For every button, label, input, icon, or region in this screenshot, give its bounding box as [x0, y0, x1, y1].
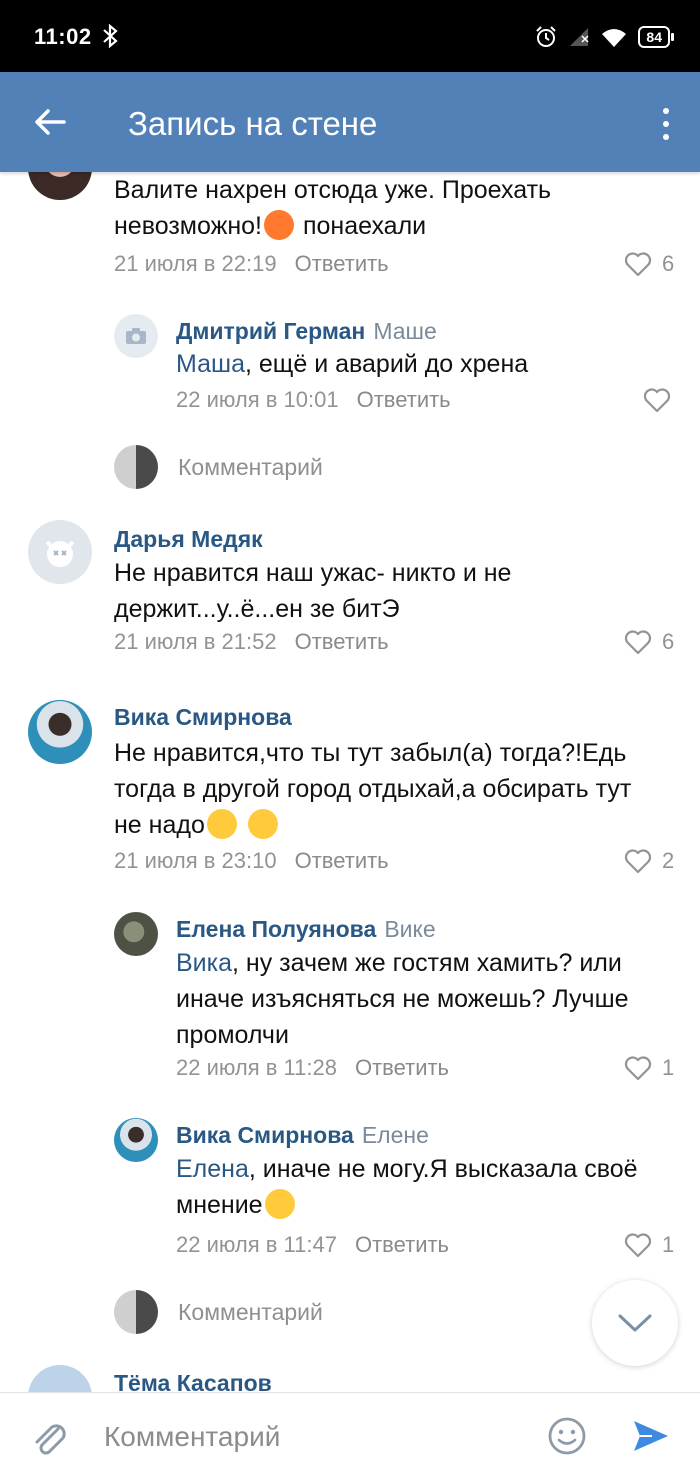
more-options-icon[interactable]	[658, 104, 674, 144]
attach-paperclip-icon[interactable]	[28, 1417, 70, 1459]
comment-text-line: не надо	[114, 807, 684, 843]
back-arrow-icon[interactable]	[30, 102, 70, 142]
comment-date: 22 июля в 11:47	[176, 1232, 337, 1257]
heart-icon	[624, 849, 652, 874]
avatar	[114, 1290, 158, 1334]
status-time: 11:02	[34, 24, 92, 49]
comment-text: Маша, ещё и аварий до хрена	[176, 350, 529, 378]
comment-meta: 21 июля в 23:10 Ответить	[114, 848, 389, 874]
avatar[interactable]	[114, 1118, 158, 1162]
like-button[interactable]: 6	[624, 250, 674, 278]
reply-comment-field[interactable]: Комментарий	[114, 1290, 323, 1334]
comment-meta: 22 июля в 11:47 Ответить	[176, 1232, 449, 1258]
heart-icon	[624, 1056, 652, 1081]
comment-author[interactable]: Дмитрий Герман Маше	[176, 318, 437, 345]
comment-text: Валите нахрен отсюда уже. Проехать	[114, 176, 552, 204]
comments-list[interactable]: Валите нахрен отсюда уже. Проехать невоз…	[0, 172, 700, 1392]
avatar[interactable]	[28, 1365, 92, 1392]
comment-date: 21 июля в 23:10	[114, 848, 277, 873]
avatar[interactable]	[28, 520, 92, 584]
reply-comment-placeholder: Комментарий	[178, 1298, 323, 1325]
like-button[interactable]: 6	[624, 628, 674, 656]
reply-to-label: Вике	[384, 916, 436, 942]
like-count: 1	[662, 1055, 675, 1080]
camera-icon	[126, 328, 146, 344]
reply-button[interactable]: Ответить	[355, 1232, 449, 1257]
angry-face-emoji-icon	[264, 210, 294, 240]
alarm-icon	[536, 26, 557, 47]
avatar[interactable]	[28, 172, 92, 200]
comment-text-line: промолчи	[176, 1021, 289, 1049]
comment-text: Вика, ну зачем же гостям хамить? или	[176, 949, 622, 977]
comment-text-line: мнение	[176, 1187, 676, 1223]
like-button[interactable]: 1	[624, 1054, 674, 1082]
heart-icon	[624, 630, 652, 655]
reply-to-label: Елене	[361, 1122, 429, 1148]
comment-text-line: иначе изъясняться не можешь? Лучше	[176, 985, 629, 1013]
like-button[interactable]: 2	[624, 847, 674, 875]
reply-comment-field[interactable]: Комментарий	[114, 445, 323, 489]
wifi-icon	[602, 29, 627, 47]
avatar	[114, 445, 158, 489]
heart-icon	[624, 1233, 652, 1258]
like-count: 1	[662, 1232, 675, 1257]
smirk-emoji-icon	[206, 809, 237, 839]
like-button[interactable]: 1	[624, 1231, 674, 1259]
reply-button[interactable]: Ответить	[295, 629, 389, 654]
comment-text-line: тогда в другой город отдыхай,а обсирать …	[114, 775, 632, 803]
mention-link[interactable]: Вика	[176, 949, 232, 977]
reply-to-label: Маше	[373, 318, 437, 344]
mention-link[interactable]: Елена	[176, 1155, 249, 1183]
comment-text: Не нравится наш ужас- никто и не	[114, 559, 512, 587]
avatar[interactable]	[114, 314, 158, 358]
comment-date: 21 июля в 21:52	[114, 629, 277, 654]
comment-meta: 21 июля в 21:52 Ответить	[114, 629, 389, 655]
app-header: Запись на стене	[0, 72, 700, 172]
bluetooth-icon	[103, 24, 118, 48]
comment-date: 22 июля в 11:28	[176, 1055, 337, 1080]
reply-button[interactable]: Ответить	[357, 387, 451, 412]
reply-comment-placeholder: Комментарий	[178, 453, 323, 480]
reply-button[interactable]: Ответить	[295, 848, 389, 873]
comment-author[interactable]: Елена Полуянова Вике	[176, 916, 436, 943]
signal-icon	[570, 28, 589, 46]
comment-author[interactable]: Вика Смирнова Елене	[176, 1122, 429, 1149]
chevron-down-icon	[618, 1314, 652, 1332]
status-icons: 84	[534, 24, 674, 50]
comment-text-line: держит...у..ё...ен зе битЭ	[114, 595, 400, 623]
emoji-smile-icon[interactable]	[546, 1415, 588, 1457]
heart-icon	[643, 388, 671, 413]
comment-author[interactable]: Вика Смирнова	[114, 704, 292, 731]
heart-icon	[624, 252, 652, 277]
reply-button[interactable]: Ответить	[355, 1055, 449, 1080]
comment-date: 22 июля в 10:01	[176, 387, 339, 412]
comment-input[interactable]	[104, 1417, 524, 1457]
like-count: 6	[662, 629, 675, 654]
comment-date: 21 июля в 22:19	[114, 251, 277, 276]
like-button[interactable]	[643, 386, 671, 414]
status-bar: 11:02 84	[0, 0, 700, 72]
comment-author[interactable]: Дарья Медяк	[114, 526, 263, 553]
comment-text-line: невозможно! понаехали	[114, 210, 427, 240]
avatar[interactable]	[114, 912, 158, 956]
wink-emoji-icon	[264, 1189, 295, 1219]
scroll-down-button[interactable]	[592, 1280, 678, 1366]
comment-text: Елена, иначе не могу.Я высказала своё	[176, 1155, 638, 1183]
comment-text: Не нравится,что ты тут забыл(а) тогда?!Е…	[114, 739, 627, 767]
comment-meta: 22 июля в 10:01 Ответить	[176, 387, 451, 413]
reply-button[interactable]: Ответить	[295, 251, 389, 276]
comment-author[interactable]: Тёма Касапов	[114, 1370, 272, 1392]
mention-link[interactable]: Маша	[176, 350, 245, 378]
smirk-emoji-icon	[247, 809, 278, 839]
like-count: 6	[662, 251, 675, 276]
avatar[interactable]	[28, 700, 92, 764]
send-icon[interactable]	[630, 1415, 672, 1457]
comment-input-bar	[0, 1392, 700, 1479]
battery-indicator: 84	[638, 26, 674, 48]
comment-meta: 21 июля в 22:19 Ответить	[114, 251, 389, 277]
page-title: Запись на стене	[128, 105, 378, 142]
deactivated-dog-icon	[45, 540, 75, 567]
like-count: 2	[662, 848, 675, 873]
comment-meta: 22 июля в 11:28 Ответить	[176, 1055, 449, 1081]
